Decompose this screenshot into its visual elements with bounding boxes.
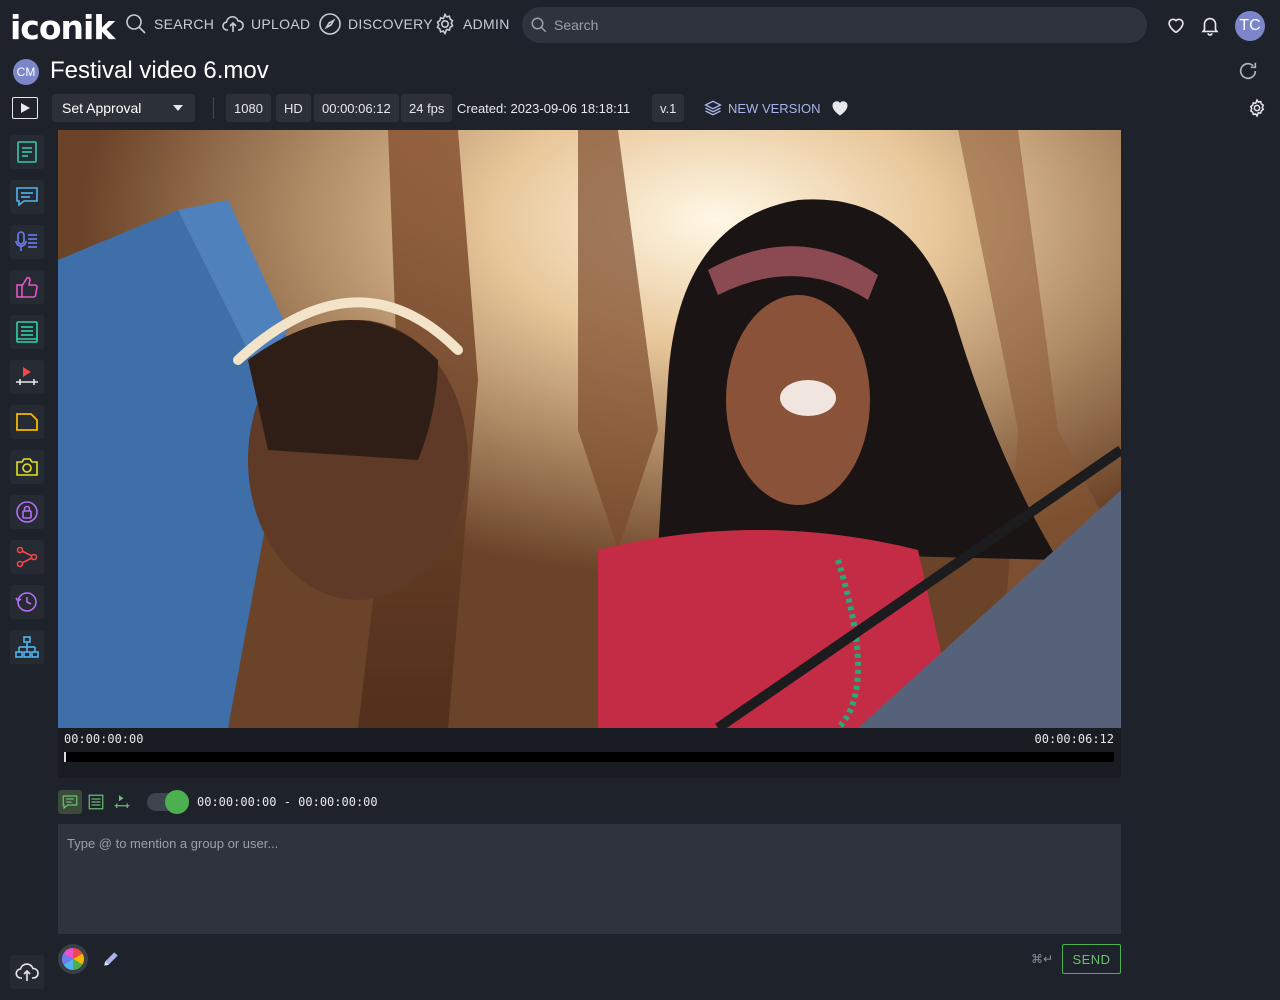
- gear-icon: [436, 12, 454, 36]
- layers-icon: [704, 100, 722, 116]
- send-shortcut-hint: ⌘↵: [1031, 952, 1054, 966]
- search-icon: [126, 14, 146, 34]
- video-frame: [58, 130, 1121, 728]
- user-avatar[interactable]: TC: [1235, 11, 1265, 41]
- fps-value: 24 fps: [409, 100, 445, 116]
- timeline-marker-icon: [16, 367, 38, 385]
- nav-search-label: SEARCH: [154, 16, 215, 32]
- compass-icon: [319, 13, 341, 35]
- created-value: Created: 2023-09-06 18:18:11: [457, 100, 631, 116]
- start-timecode: 00:00:00:00: [64, 732, 144, 746]
- thumbs-up-icon: [16, 276, 38, 298]
- created-date: Created: 2023-09-06 18:18:11: [457, 94, 630, 122]
- bell-icon[interactable]: [1199, 14, 1221, 36]
- lock-permissions-icon: [16, 501, 38, 523]
- nav-upload[interactable]: UPLOAD: [221, 12, 310, 36]
- approval-label: Set Approval: [62, 100, 142, 116]
- page-title: Festival video 6.mov: [50, 57, 269, 84]
- app-logo[interactable]: iconik: [10, 8, 115, 47]
- settings-gear-icon[interactable]: [1247, 98, 1267, 118]
- tab-marker[interactable]: [110, 790, 134, 814]
- search-icon: [531, 17, 547, 33]
- comment-controls: 00:00:00:00 - 00:00:00:00: [58, 790, 1121, 816]
- sidebar-segments[interactable]: [10, 315, 44, 349]
- fps-badge: 24 fps: [401, 94, 453, 122]
- resolution-value: 1080: [234, 100, 263, 116]
- sidebar-markers[interactable]: [10, 360, 44, 394]
- history-clock-icon: [15, 592, 37, 612]
- new-version-button[interactable]: NEW VERSION: [704, 94, 820, 122]
- toggle-knob: [165, 790, 189, 814]
- sidebar-snapshots[interactable]: [10, 450, 44, 484]
- scrub-bar[interactable]: [64, 752, 1114, 762]
- version-value: v.1: [660, 100, 677, 116]
- segments-list-icon: [16, 321, 38, 343]
- favorite-heart-icon[interactable]: [830, 98, 850, 118]
- sidebar-approval[interactable]: [10, 270, 44, 304]
- nav-admin[interactable]: ADMIN: [433, 12, 510, 36]
- duration-badge: 00:00:06:12: [314, 94, 399, 122]
- favorites-heart-icon[interactable]: [1165, 14, 1187, 36]
- duration-value: 00:00:06:12: [322, 100, 391, 116]
- comment-icon: [16, 187, 38, 207]
- sidebar-comments[interactable]: [10, 180, 44, 214]
- playhead[interactable]: [64, 752, 66, 762]
- quality-value: HD: [284, 100, 303, 116]
- play-icon: [21, 103, 30, 113]
- owner-avatar[interactable]: CM: [13, 59, 39, 85]
- timeline-marker-icon: [114, 795, 130, 808]
- global-search: [522, 7, 1147, 43]
- tab-segment[interactable]: [84, 790, 108, 814]
- sidebar-history[interactable]: [10, 585, 44, 619]
- asset-header: CM Festival video 6.mov: [0, 55, 1280, 89]
- nav-discovery[interactable]: DISCOVERY: [318, 12, 433, 36]
- end-timecode: 00:00:06:12: [1034, 732, 1114, 746]
- comment-icon: [62, 795, 78, 810]
- nav-admin-label: ADMIN: [463, 16, 510, 32]
- refresh-icon[interactable]: [1237, 60, 1259, 82]
- sidebar-relations[interactable]: [10, 630, 44, 664]
- share-icon: [16, 546, 38, 568]
- resolution-badge: 1080: [226, 94, 271, 122]
- folder-icon: [16, 413, 38, 431]
- nav-search[interactable]: SEARCH: [124, 12, 214, 36]
- sidebar-permissions[interactable]: [10, 495, 44, 529]
- color-picker-button[interactable]: [58, 944, 88, 974]
- toolbar-divider: [213, 97, 214, 119]
- search-input[interactable]: [554, 17, 1114, 33]
- quality-badge: HD: [276, 94, 311, 122]
- color-wheel-icon: [62, 948, 84, 970]
- comment-input[interactable]: [58, 824, 1121, 934]
- user-initials: TC: [1239, 17, 1261, 34]
- sidebar-metadata[interactable]: [10, 135, 44, 169]
- new-version-label: NEW VERSION: [728, 100, 821, 116]
- player-toggle-button[interactable]: [12, 97, 38, 119]
- tab-comment[interactable]: [58, 790, 82, 814]
- nav-discovery-label: DISCOVERY: [348, 16, 433, 32]
- hierarchy-icon: [15, 636, 39, 658]
- sidebar-collections[interactable]: [10, 405, 44, 439]
- nav-upload-label: UPLOAD: [251, 16, 311, 32]
- sidebar-share[interactable]: [10, 540, 44, 574]
- sidebar-transcription[interactable]: [10, 225, 44, 259]
- camera-icon: [16, 458, 38, 476]
- metadata-document-icon: [17, 141, 37, 163]
- segments-list-icon: [88, 794, 104, 810]
- owner-initials: CM: [16, 65, 36, 79]
- set-approval-dropdown[interactable]: Set Approval: [52, 94, 195, 122]
- upload-button[interactable]: [10, 955, 44, 989]
- timecode-range-toggle[interactable]: [147, 790, 189, 814]
- comment-time-range: 00:00:00:00 - 00:00:00:00: [197, 795, 378, 809]
- version-selector[interactable]: v.1: [652, 94, 685, 122]
- microphone-transcript-icon: [15, 231, 37, 251]
- caret-down-icon: [173, 105, 183, 111]
- asset-toolbar: Set Approval 1080 HD 00:00:06:12 24 fps …: [0, 94, 1280, 122]
- top-bar: iconik SEARCH UPLOAD DISCOVERY ADMIN TC: [0, 0, 1280, 52]
- pencil-icon[interactable]: [101, 949, 121, 969]
- timeline: 00:00:00:00 00:00:06:12: [58, 728, 1121, 778]
- cloud-upload-icon: [222, 15, 244, 32]
- send-button[interactable]: SEND: [1062, 944, 1121, 974]
- video-player[interactable]: [58, 130, 1121, 728]
- cloud-upload-icon: [15, 963, 39, 981]
